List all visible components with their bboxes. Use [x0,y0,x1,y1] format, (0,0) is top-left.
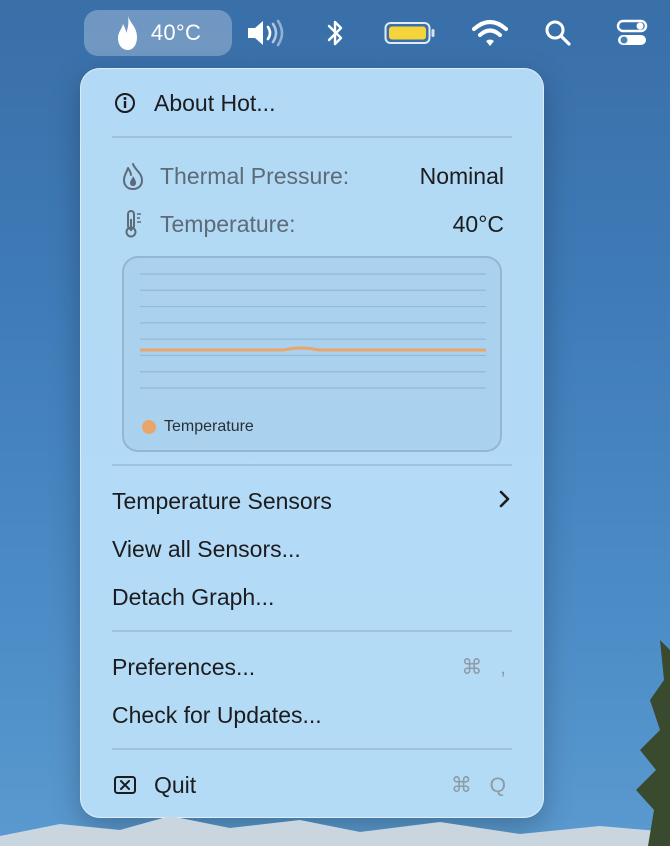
thermal-pressure-icon [120,163,146,190]
view-all-sensors-menu-item[interactable]: View all Sensors... [112,529,512,569]
legend-swatch [142,420,156,434]
temperature-row: Temperature: 40°C [120,204,504,244]
thermal-pressure-row: Thermal Pressure: Nominal [120,156,504,196]
thermometer-icon [120,210,146,238]
info-icon [112,90,138,116]
preferences-label: Preferences... [112,653,256,680]
temperature-graph: Temperature [122,256,502,452]
temperature-sensors-label: Temperature Sensors [112,487,332,514]
view-all-sensors-label: View all Sensors... [112,535,301,562]
tree-silhouette [636,640,670,846]
preferences-shortcut: ⌘ , [461,655,512,679]
control-center-icon[interactable] [612,10,652,56]
about-hot-label: About Hot... [154,89,276,116]
hot-temperature: 40°C [150,20,202,45]
separator [112,630,512,632]
separator [112,748,512,750]
thermal-pressure-value: Nominal [419,162,504,189]
search-icon[interactable] [540,10,576,56]
volume-icon[interactable] [242,10,290,56]
wifi-icon[interactable] [468,10,512,56]
thermal-pressure-label: Thermal Pressure: [160,162,350,189]
check-for-updates-menu-item[interactable]: Check for Updates... [112,695,512,735]
chevron-right-icon [498,488,512,515]
separator [112,136,512,138]
flame-icon [117,16,137,50]
chart-legend: Temperature [142,418,254,436]
temperature-label: Temperature: [160,210,296,237]
legend-label: Temperature [164,418,254,435]
mountain-silhouette [0,816,670,846]
temperature-sensors-menu-item[interactable]: Temperature Sensors [112,481,512,521]
battery-icon[interactable] [380,10,440,56]
temperature-series-line [140,346,486,352]
detach-graph-menu-item[interactable]: Detach Graph... [112,577,512,617]
about-hot-menu-item[interactable]: About Hot... [112,83,512,123]
preferences-menu-item[interactable]: Preferences... ⌘ , [112,647,512,687]
hot-dropdown-menu: About Hot... Thermal Pressure: Nominal T… [80,68,544,818]
bluetooth-icon[interactable] [318,10,352,56]
temperature-value: 40°C [452,210,504,237]
menu-bar: 40°C [0,0,670,66]
hot-status-item[interactable]: 40°C [84,10,232,56]
check-for-updates-label: Check for Updates... [112,701,322,728]
detach-graph-label: Detach Graph... [112,583,275,610]
separator [112,464,512,466]
